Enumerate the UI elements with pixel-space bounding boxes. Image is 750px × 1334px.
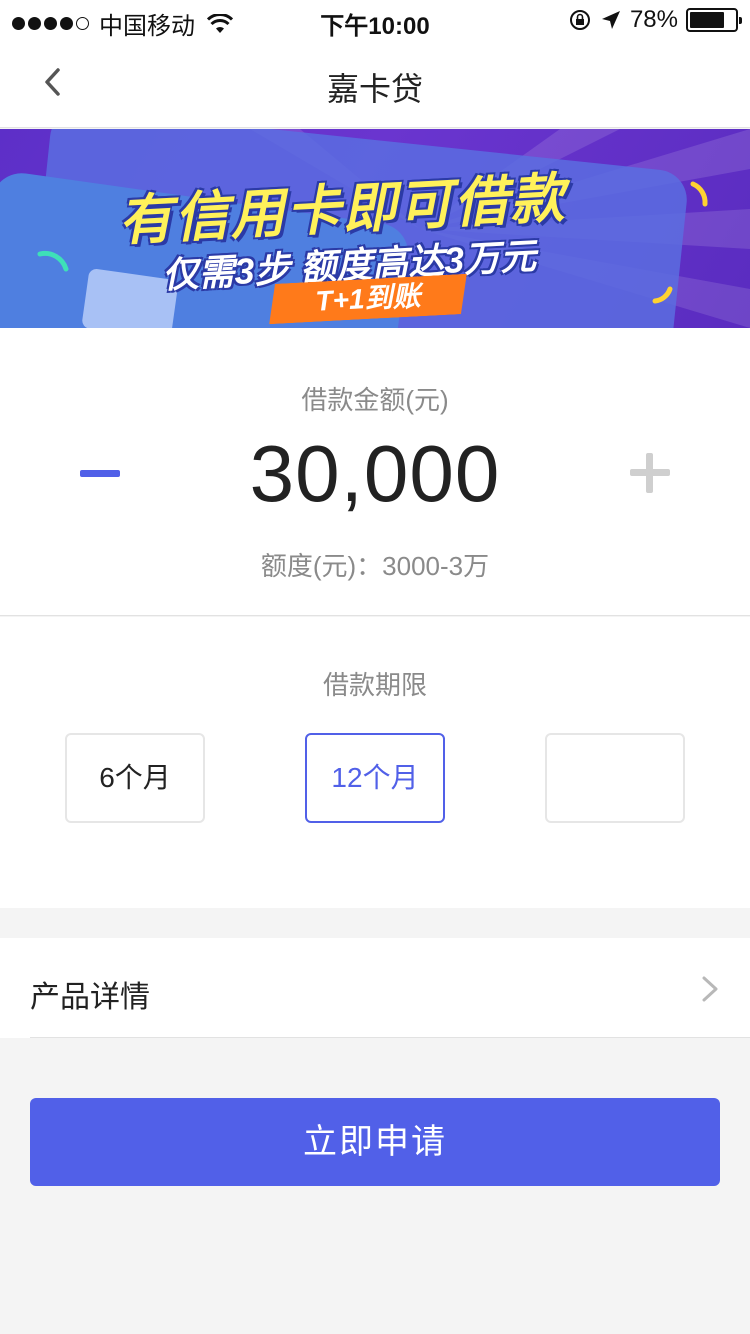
promo-banner[interactable]: 有信用卡即可借款 仅需3步 额度高达3万元 T+1到账: [0, 129, 750, 328]
term-option-3[interactable]: [545, 733, 685, 823]
chevron-right-icon: [702, 976, 718, 1002]
term-section: 借款期限 6个月 12个月: [0, 617, 750, 908]
location-arrow-icon: [601, 11, 620, 29]
battery-percent: 78%: [629, 6, 678, 33]
amount-range: 额度(元)：3000-3万: [260, 551, 490, 581]
page-title: 嘉卡贷: [326, 71, 423, 107]
battery-fill: [690, 12, 725, 28]
nav-bar: 嘉卡贷: [0, 40, 750, 128]
status-bar: 中国移动 下午10:00 78%: [0, 0, 750, 40]
product-details-row[interactable]: 产品详情: [0, 938, 750, 1038]
amount-label: 借款金额(元): [301, 385, 449, 415]
term-option-12-months[interactable]: 12个月: [305, 733, 445, 823]
increase-amount-button[interactable]: [620, 443, 680, 503]
battery-icon: [686, 8, 742, 32]
status-right: 78%: [568, 6, 742, 34]
apply-now-button[interactable]: 立即申请: [30, 1098, 720, 1186]
amount-section: 借款金额(元) 30,000 额度(元)：3000-3万: [0, 328, 750, 616]
term-label: 借款期限: [322, 670, 427, 700]
divider: [30, 1037, 750, 1038]
product-details-label: 产品详情: [30, 981, 150, 1014]
term-option-6-months[interactable]: 6个月: [65, 733, 205, 823]
rotation-lock-icon: [569, 10, 590, 30]
